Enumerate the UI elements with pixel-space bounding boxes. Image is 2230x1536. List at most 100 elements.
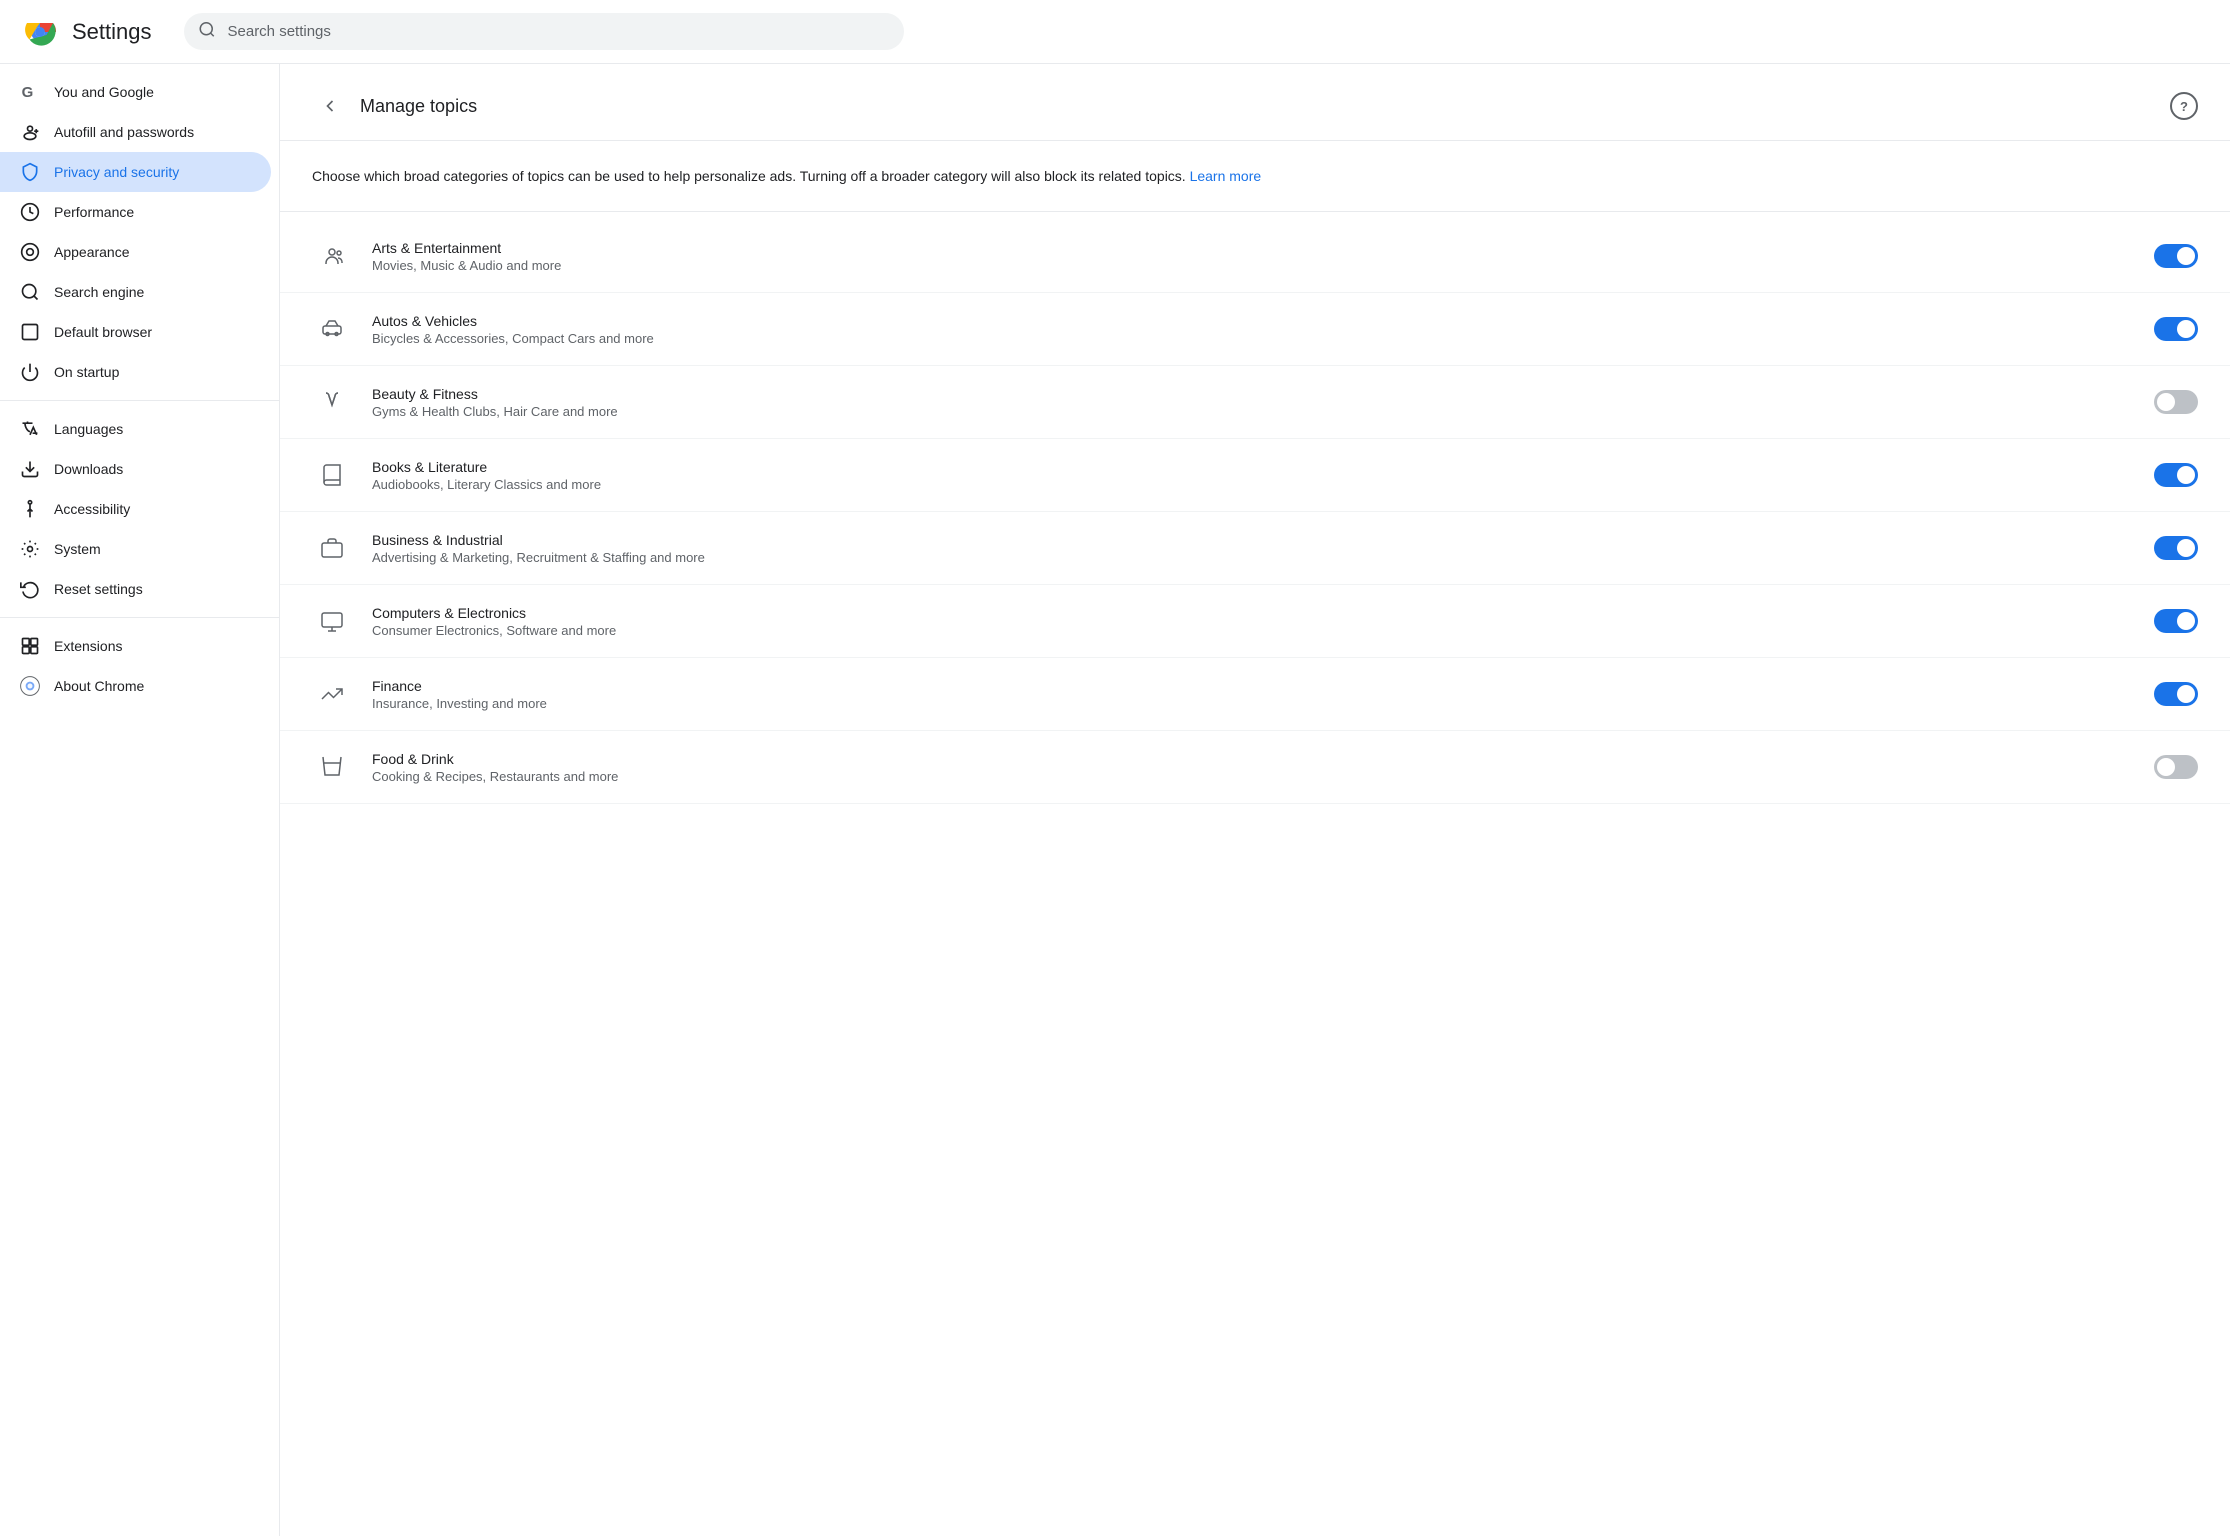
description-text: Choose which broad categories of topics … xyxy=(312,168,1186,184)
topic-name-arts: Arts & Entertainment xyxy=(372,240,2134,256)
toggle-arts[interactable] xyxy=(2154,244,2198,268)
arts-icon xyxy=(312,236,352,276)
svg-text:G: G xyxy=(22,84,34,101)
topic-sub-food: Cooking & Recipes, Restaurants and more xyxy=(372,769,2134,784)
topic-text-beauty: Beauty & Fitness Gyms & Health Clubs, Hai… xyxy=(372,386,2134,419)
sidebar-label-reset-settings: Reset settings xyxy=(54,581,143,597)
topic-text-arts: Arts & EntertainmentMovies, Music & Audi… xyxy=(372,240,2134,273)
sidebar-label-privacy: Privacy and security xyxy=(54,164,179,180)
topic-name-computers: Computers & Electronics xyxy=(372,605,2134,621)
topic-item-computers: Computers & ElectronicsConsumer Electron… xyxy=(280,585,2230,658)
sidebar-item-downloads[interactable]: Downloads xyxy=(0,449,271,489)
downloads-icon xyxy=(20,459,40,479)
food-icon xyxy=(312,747,352,787)
books-icon xyxy=(312,455,352,495)
reset-settings-icon xyxy=(20,579,40,599)
sidebar-item-default-browser[interactable]: Default browser xyxy=(0,312,271,352)
topic-sub-business: Advertising & Marketing, Recruitment & S… xyxy=(372,550,2134,565)
search-bar xyxy=(184,13,904,50)
sidebar-item-extensions[interactable]: Extensions xyxy=(0,626,271,666)
sidebar-item-search-engine[interactable]: Search engine xyxy=(0,272,271,312)
sidebar-item-about-chrome[interactable]: About Chrome xyxy=(0,666,271,706)
computers-icon xyxy=(312,601,352,641)
content-header: Manage topics ? xyxy=(280,64,2230,141)
sidebar-label-languages: Languages xyxy=(54,421,123,437)
sidebar-label-on-startup: On startup xyxy=(54,364,119,380)
sidebar-item-you-google[interactable]: G You and Google xyxy=(0,72,271,112)
business-icon xyxy=(312,528,352,568)
sidebar-label-you-google: You and Google xyxy=(54,84,154,100)
toggle-beauty[interactable] xyxy=(2154,390,2198,414)
topic-item-beauty: Beauty & Fitness Gyms & Health Clubs, Hai… xyxy=(280,366,2230,439)
page-title: Manage topics xyxy=(360,96,477,117)
topics-list: Arts & EntertainmentMovies, Music & Audi… xyxy=(280,212,2230,812)
toggle-books[interactable] xyxy=(2154,463,2198,487)
top-bar: Settings xyxy=(0,0,2230,64)
chrome-logo xyxy=(24,16,56,48)
autofill-icon xyxy=(20,122,40,142)
sidebar-label-default-browser: Default browser xyxy=(54,324,152,340)
topic-text-computers: Computers & ElectronicsConsumer Electron… xyxy=(372,605,2134,638)
about-chrome-icon xyxy=(20,676,40,696)
topic-sub-autos: Bicycles & Accessories, Compact Cars and… xyxy=(372,331,2134,346)
sidebar-item-performance[interactable]: Performance xyxy=(0,192,271,232)
languages-icon xyxy=(20,419,40,439)
settings-title: Settings xyxy=(72,19,152,45)
extensions-icon xyxy=(20,636,40,656)
topic-name-business: Business & Industrial xyxy=(372,532,2134,548)
learn-more-link[interactable]: Learn more xyxy=(1190,168,1262,184)
toggle-food[interactable] xyxy=(2154,755,2198,779)
sidebar-label-extensions: Extensions xyxy=(54,638,122,654)
main-layout: G You and Google Autofill and passwords Pri… xyxy=(0,64,2230,1536)
finance-icon xyxy=(312,674,352,714)
topic-name-books: Books & Literature xyxy=(372,459,2134,475)
on-startup-icon xyxy=(20,362,40,382)
topic-item-autos: Autos & Vehicles Bicycles & Accessories, … xyxy=(280,293,2230,366)
search-input[interactable] xyxy=(184,13,904,50)
topic-text-autos: Autos & Vehicles Bicycles & Accessories, … xyxy=(372,313,2134,346)
toggle-finance[interactable] xyxy=(2154,682,2198,706)
autos-icon xyxy=(312,309,352,349)
topic-item-arts: Arts & EntertainmentMovies, Music & Audi… xyxy=(280,220,2230,293)
topic-name-finance: Finance xyxy=(372,678,2134,694)
topic-text-food: Food & Drink Cooking & Recipes, Restauran… xyxy=(372,751,2134,784)
sidebar-item-languages[interactable]: Languages xyxy=(0,409,271,449)
accessibility-icon xyxy=(20,499,40,519)
sidebar-label-appearance: Appearance xyxy=(54,244,130,260)
topic-item-business: Business & Industrial Advertising & Marke… xyxy=(280,512,2230,585)
sidebar-label-accessibility: Accessibility xyxy=(54,501,130,517)
sidebar-item-reset-settings[interactable]: Reset settings xyxy=(0,569,271,609)
sidebar-label-system: System xyxy=(54,541,101,557)
sidebar-item-system[interactable]: System xyxy=(0,529,271,569)
topic-name-beauty: Beauty & Fitness xyxy=(372,386,2134,402)
topic-text-finance: Finance Insurance, Investing and more xyxy=(372,678,2134,711)
topic-item-books: Books & LiteratureAudiobooks, Literary C… xyxy=(280,439,2230,512)
content-header-left: Manage topics xyxy=(312,88,477,124)
topic-sub-beauty: Gyms & Health Clubs, Hair Care and more xyxy=(372,404,2134,419)
description: Choose which broad categories of topics … xyxy=(280,141,2230,212)
default-browser-icon xyxy=(20,322,40,342)
toggle-autos[interactable] xyxy=(2154,317,2198,341)
search-engine-icon xyxy=(20,282,40,302)
appearance-icon xyxy=(20,242,40,262)
toggle-business[interactable] xyxy=(2154,536,2198,560)
sidebar-label-downloads: Downloads xyxy=(54,461,123,477)
sidebar-label-about-chrome: About Chrome xyxy=(54,678,144,694)
sidebar-item-accessibility[interactable]: Accessibility xyxy=(0,489,271,529)
help-button[interactable]: ? xyxy=(2170,92,2198,120)
topic-item-food: Food & Drink Cooking & Recipes, Restauran… xyxy=(280,731,2230,804)
sidebar-item-privacy[interactable]: Privacy and security xyxy=(0,152,271,192)
toggle-computers[interactable] xyxy=(2154,609,2198,633)
beauty-icon xyxy=(312,382,352,422)
topic-name-food: Food & Drink xyxy=(372,751,2134,767)
topic-text-business: Business & Industrial Advertising & Marke… xyxy=(372,532,2134,565)
back-button[interactable] xyxy=(312,88,348,124)
search-icon xyxy=(198,20,216,43)
topic-name-autos: Autos & Vehicles xyxy=(372,313,2134,329)
sidebar-item-autofill[interactable]: Autofill and passwords xyxy=(0,112,271,152)
performance-icon xyxy=(20,202,40,222)
sidebar-item-appearance[interactable]: Appearance xyxy=(0,232,271,272)
sidebar-item-on-startup[interactable]: On startup xyxy=(0,352,271,392)
topic-sub-finance: Insurance, Investing and more xyxy=(372,696,2134,711)
sidebar-label-performance: Performance xyxy=(54,204,134,220)
